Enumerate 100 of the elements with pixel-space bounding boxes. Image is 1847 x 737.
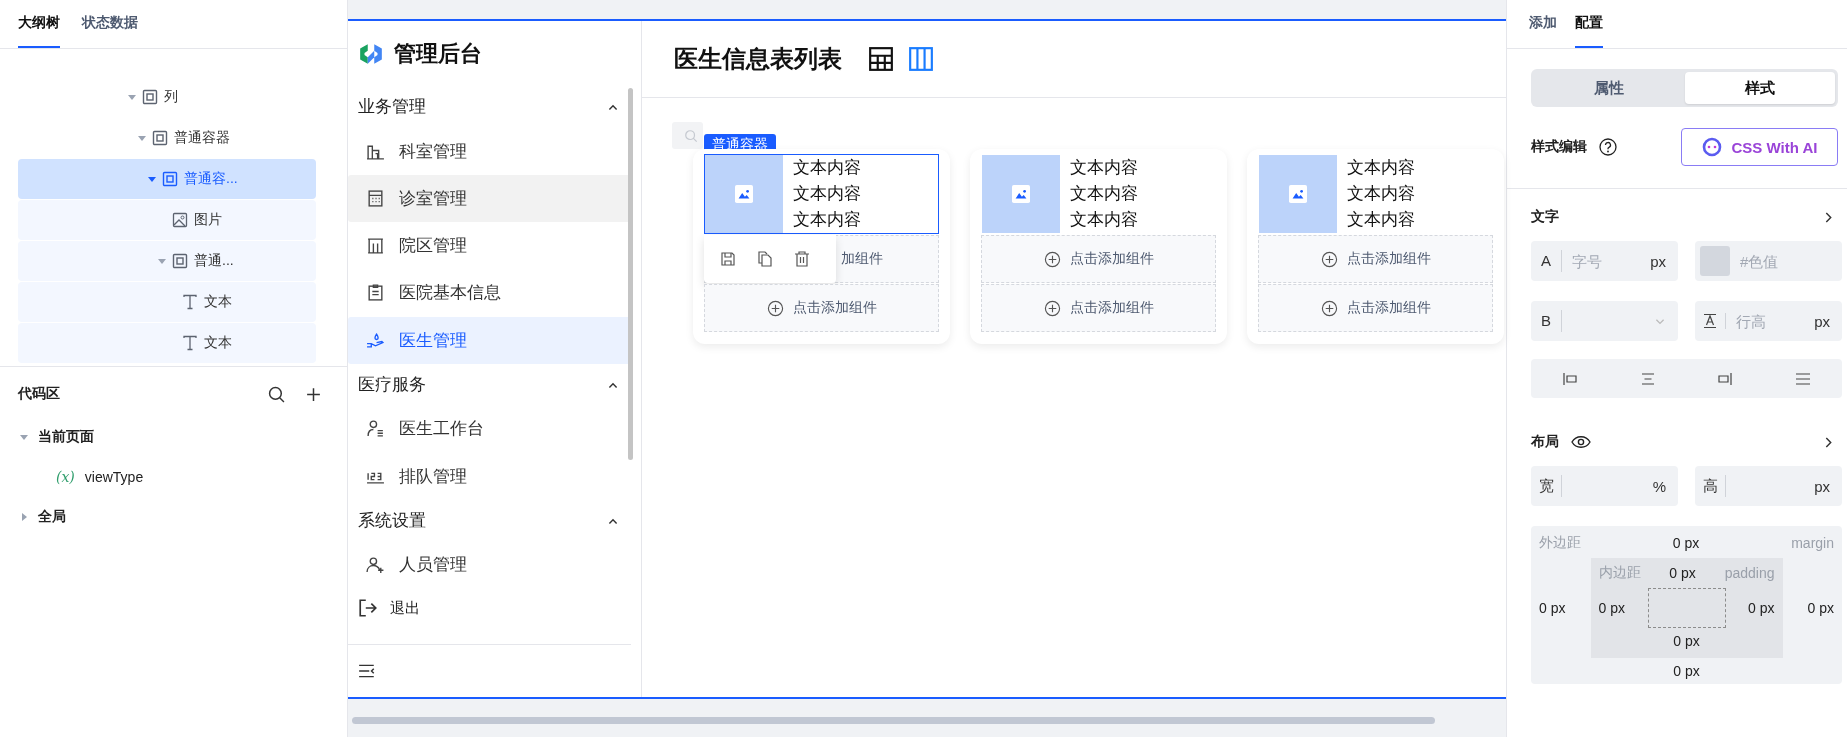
search-field[interactable]	[672, 122, 703, 149]
help-icon[interactable]	[1599, 138, 1617, 156]
margin-left-value[interactable]: 0 px	[1539, 600, 1566, 616]
add-component-slot[interactable]: 点击添加组件	[704, 284, 939, 332]
font-size-field[interactable]: A 字号 px	[1531, 241, 1678, 281]
caret-icon	[158, 257, 166, 265]
add-component-slot[interactable]: 加组件	[704, 235, 939, 283]
delete-icon[interactable]	[794, 251, 810, 267]
text-icon	[182, 335, 198, 351]
brand-title: 管理后台	[394, 39, 482, 68]
add-icon	[1320, 299, 1338, 317]
menu-group[interactable]: 医疗服务	[348, 363, 631, 406]
section-title: 代码区	[18, 385, 61, 403]
table-view-button[interactable]	[868, 46, 894, 72]
logout-link[interactable]: 退出	[348, 588, 631, 628]
column-view-button[interactable]	[908, 46, 934, 72]
container-block[interactable]: 文本内容 文本内容 文本内容	[704, 154, 939, 234]
code-item[interactable]: viewType	[84, 469, 144, 485]
margin-bottom-value[interactable]: 0 px	[1673, 663, 1700, 679]
menu-label: 医生工作台	[399, 418, 484, 441]
container-block[interactable]: 文本内容 文本内容 文本内容	[981, 154, 1216, 234]
collapse-menu-icon[interactable]	[358, 663, 376, 679]
doctor-card[interactable]: 文本内容 文本内容 文本内容 加组件 点击添加组件	[693, 149, 950, 344]
text-content: 文本内容	[793, 209, 861, 231]
css-ai-button[interactable]: CSS With AI	[1681, 128, 1838, 166]
scrollbar[interactable]	[628, 88, 633, 460]
panel-tab[interactable]: 状态数据	[82, 0, 138, 48]
menu-group[interactable]: 业务管理	[348, 86, 631, 128]
segment-tab[interactable]: 属性	[1534, 72, 1685, 104]
menu-item[interactable]: 院区管理	[348, 222, 631, 270]
menu-item[interactable]: 人员管理	[348, 541, 631, 589]
add-component-slot[interactable]: 点击添加组件	[981, 284, 1216, 332]
image-icon	[172, 212, 188, 228]
color-field[interactable]: #色值	[1695, 241, 1842, 281]
font-weight-select[interactable]: B	[1531, 301, 1678, 341]
code-item[interactable]: 全局	[38, 508, 66, 526]
menu-item[interactable]: 诊室管理	[348, 174, 631, 222]
add-component-slot[interactable]: 点击添加组件	[1258, 235, 1493, 283]
margin-label: margin	[1791, 535, 1834, 551]
padding-top-value[interactable]: 0 px	[1669, 565, 1696, 581]
add-icon[interactable]	[305, 385, 322, 403]
color-input[interactable]: #色值	[1730, 252, 1830, 270]
columns-icon	[908, 46, 934, 72]
padding-right-value[interactable]: 0 px	[1748, 600, 1775, 616]
tree-item[interactable]: 文本	[18, 282, 316, 322]
ring-face-icon	[1701, 137, 1722, 157]
width-field[interactable]: 宽 %	[1531, 466, 1678, 506]
tree-item[interactable]: 普通容器	[18, 118, 316, 158]
variable-symbol: (x)	[56, 469, 75, 485]
tree-label: 普通容...	[184, 170, 238, 188]
segment-tab[interactable]: 样式	[1684, 72, 1835, 104]
height-field[interactable]: 高 px	[1695, 466, 1842, 506]
font-size-input[interactable]: 字号	[1562, 252, 1651, 270]
doctor-card[interactable]: 文本内容 文本内容 文本内容 点击添加组件 点击添加组件	[1247, 149, 1504, 344]
pillars-icon	[366, 236, 385, 256]
menu-item[interactable]: 排队管理	[348, 452, 631, 500]
margin-top-value[interactable]: 0 px	[1672, 535, 1700, 551]
tree-item[interactable]: 普通...	[18, 241, 316, 281]
chevron-right-icon[interactable]	[1823, 211, 1834, 223]
padding-left-value[interactable]: 0 px	[1598, 600, 1625, 616]
add-component-slot[interactable]: 点击添加组件	[1258, 284, 1493, 332]
text-content: 文本内容	[1070, 209, 1138, 231]
margin-right-value[interactable]: 0 px	[1807, 600, 1834, 616]
panel-tab[interactable]: 添加	[1529, 0, 1557, 48]
text-content: 文本内容	[793, 157, 861, 179]
line-height-input[interactable]: 行高	[1726, 312, 1815, 330]
menu-item[interactable]: 医院基本信息	[348, 269, 631, 317]
scrollbar[interactable]	[352, 717, 1435, 724]
align-justify-icon	[1795, 370, 1812, 387]
container-icon	[162, 171, 178, 187]
menu-label: 排队管理	[399, 465, 467, 488]
caret-icon[interactable]	[20, 513, 28, 521]
copy-icon[interactable]	[757, 251, 773, 267]
container-block[interactable]: 文本内容 文本内容 文本内容	[1258, 154, 1493, 234]
menu-item[interactable]: 医生管理	[348, 316, 631, 364]
panel-tab[interactable]: 配置	[1575, 0, 1603, 48]
save-icon[interactable]	[720, 251, 736, 267]
user-list-icon	[366, 419, 385, 439]
doctor-card[interactable]: 文本内容 文本内容 文本内容 点击添加组件 点击添加组件	[970, 149, 1227, 344]
search-icon[interactable]	[268, 385, 285, 403]
panel-tab[interactable]: 大纲树	[18, 0, 60, 48]
menu-group[interactable]: 系统设置	[348, 499, 631, 542]
caret-icon[interactable]	[20, 433, 28, 441]
menu-label: 人员管理	[399, 554, 467, 577]
tree-item[interactable]: 列	[18, 77, 316, 117]
eye-icon[interactable]	[1571, 435, 1591, 449]
text-content: 文本内容	[1070, 183, 1138, 205]
code-item[interactable]: 当前页面	[38, 428, 94, 446]
tree-item[interactable]: 文本	[18, 323, 316, 363]
menu-item[interactable]: 科室管理	[348, 127, 631, 175]
caret-icon	[128, 93, 136, 101]
line-height-field[interactable]: 行高 px	[1695, 301, 1842, 341]
padding-bottom-value[interactable]: 0 px	[1673, 633, 1700, 649]
chevron-right-icon[interactable]	[1823, 436, 1834, 448]
menu-item[interactable]: 医生工作台	[348, 405, 631, 453]
color-swatch[interactable]	[1700, 246, 1730, 276]
add-component-slot[interactable]: 点击添加组件	[981, 235, 1216, 283]
tree-item[interactable]: 图片	[18, 200, 316, 240]
tree-item[interactable]: 普通容...	[18, 159, 316, 199]
container-icon	[172, 253, 188, 269]
